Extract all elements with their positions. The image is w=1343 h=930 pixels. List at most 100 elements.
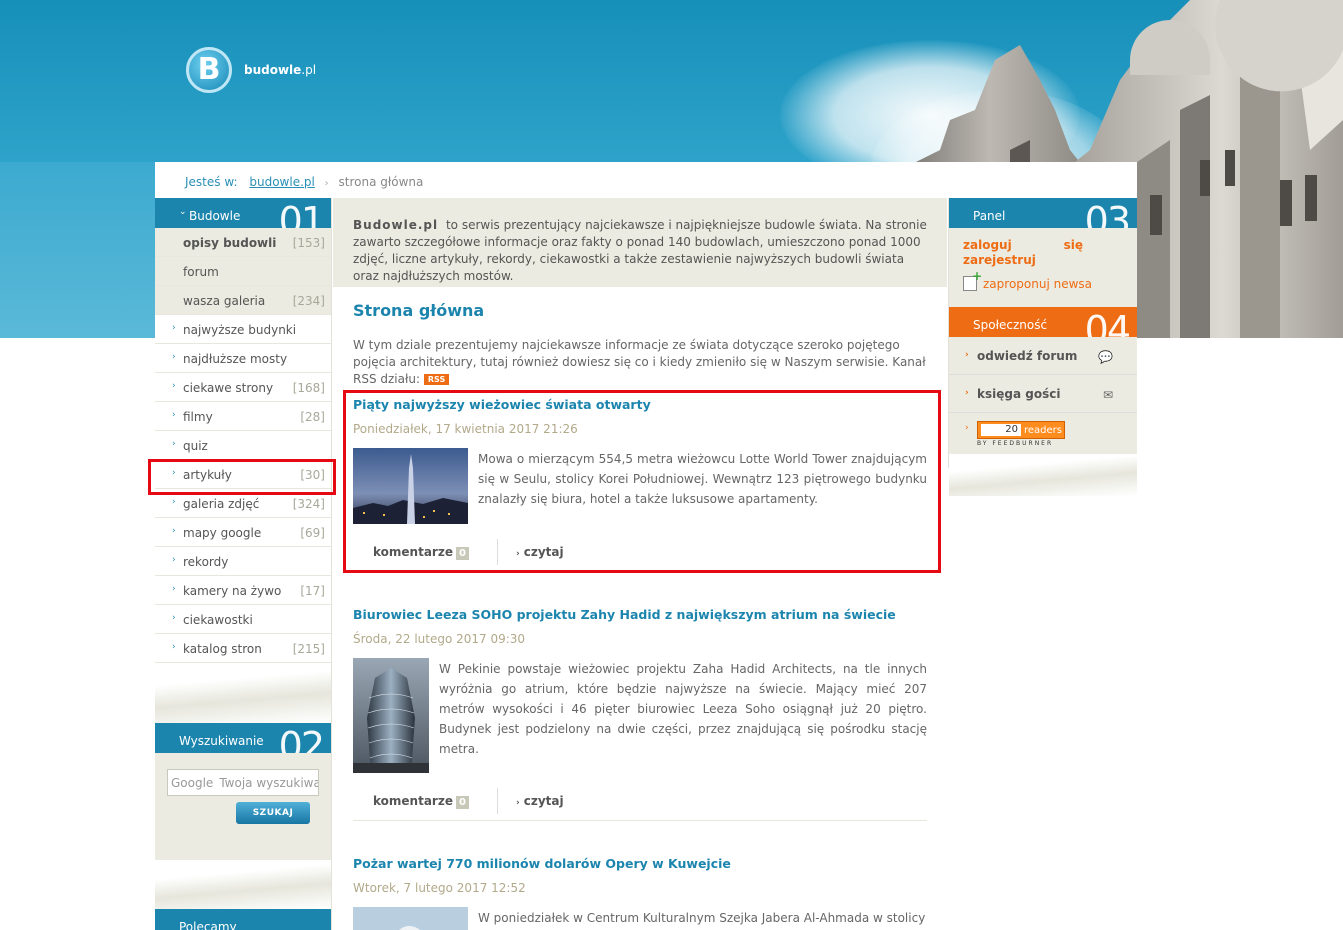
left-sidebar: ⌄ Budowle 01 opisy budowli [153] forum wa… [155, 198, 332, 930]
sidebar-item-quiz[interactable]: › quiz [155, 431, 331, 460]
intro-site-name: Budowle.pl [353, 218, 439, 232]
guestbook-link[interactable]: › księga gości ✉ [949, 375, 1137, 413]
sidebar-item-wasza-galeria[interactable]: wasza galeria [234] [155, 286, 331, 315]
chevron-right-icon: › [172, 584, 176, 594]
sidebar-item-forum[interactable]: forum [155, 257, 331, 286]
sidebar-item-count: [234] [292, 294, 325, 308]
article-item: Biurowiec Leeza SOHO projektu Zahy Hadid… [353, 607, 927, 821]
site-intro: Budowle.pl to serwis prezentujący najcie… [333, 198, 947, 287]
article-body: W Pekinie powstaje wieżowiec projektu Za… [353, 658, 927, 773]
guestbook-label: księga gości [977, 387, 1061, 401]
logo-text: budowle.pl [244, 63, 316, 77]
chevron-right-icon: › [172, 352, 176, 362]
logo-text-tld: .pl [301, 63, 317, 77]
sidebar-item-label: opisy budowli [183, 236, 277, 250]
box-number: 03 [1084, 199, 1131, 228]
community-list: › odwiedź forum 💬 › księga gości ✉ [949, 337, 1137, 413]
google-logo: Google [171, 775, 214, 790]
sidebar-item-ciekawe-strony[interactable]: › ciekawe strony [168] [155, 373, 331, 402]
box-search-header: Wyszukiwanie 02 [155, 723, 331, 753]
sidebar-item-najwyzsze-budynki[interactable]: › najwyższe budynki [155, 315, 331, 344]
sidebar-item-katalog-stron[interactable]: › katalog stron [215] [155, 634, 331, 663]
chevron-right-icon: › [172, 410, 176, 420]
propose-news-label: zaproponuj newsa [983, 276, 1093, 291]
feed-readers-label: readers [1024, 424, 1062, 436]
sidebar-item-ciekawostki[interactable]: › ciekawostki [155, 605, 331, 634]
feedburner-widget[interactable]: › 20 readers BY FEEDBURNER [949, 413, 1137, 454]
chevron-right-icon: › [172, 555, 176, 565]
sidebar-item-label: ciekawe strony [183, 381, 274, 395]
sidebar-item-label: mapy google [183, 526, 262, 540]
chevron-right-icon: › [172, 439, 176, 449]
chevron-right-icon: › [965, 350, 969, 360]
breadcrumb-separator-icon: › [324, 178, 329, 189]
chevron-right-icon: › [172, 526, 176, 536]
article-thumbnail[interactable] [353, 907, 468, 930]
search-placeholder: Twoja wyszukiwa [219, 775, 319, 790]
highlight-box-artykuly [148, 459, 336, 495]
visit-forum-label: odwiedź forum [977, 349, 1078, 363]
sidebar-item-count: [153] [292, 236, 325, 250]
login-row: zaloguj się [963, 238, 1083, 252]
logo-b-icon: B [186, 47, 232, 93]
box-search-title: Wyszukiwanie [179, 734, 264, 748]
sidebar-item-kamery-na-zywo[interactable]: › kamery na żywo [17] [155, 576, 331, 605]
sidebar-item-label: najdłuższe mosty [183, 352, 288, 366]
chevron-right-icon: › [172, 642, 176, 652]
login-link-suffix[interactable]: się [1064, 238, 1083, 252]
sidebar-item-count: [17] [300, 584, 325, 598]
login-link[interactable]: zaloguj [963, 238, 1012, 252]
register-link[interactable]: zarejestruj [963, 253, 1137, 267]
page-header: Strona główna W tym dziale prezentujemy … [333, 287, 947, 388]
sidebar-item-label: kamery na żywo [183, 584, 282, 598]
box-community-title: Społeczność [973, 318, 1048, 332]
read-more-link[interactable]: › czytaj [498, 794, 564, 808]
comments-label: komentarze [373, 793, 453, 808]
sidebar-item-najdluzsze-mosty[interactable]: › najdłuższe mosty [155, 344, 331, 373]
sidebar-item-filmy[interactable]: › filmy [28] [155, 402, 331, 431]
arrow-right-icon: › [516, 797, 520, 808]
envelope-icon: ✉ [1102, 388, 1113, 402]
decorative-swoosh [155, 663, 331, 723]
propose-news-link[interactable]: zaproponuj newsa [963, 269, 1137, 291]
sidebar-item-opisy-budowli[interactable]: opisy budowli [153] [155, 228, 331, 257]
box-polecamy-title: Polecamy [179, 920, 237, 930]
search-button[interactable]: SZUKAJ [236, 802, 310, 824]
box-panel-header: Panel 03 [949, 198, 1137, 228]
breadcrumb-home-link[interactable]: budowle.pl [249, 175, 314, 189]
article-body: W poniedziałek w Centrum Kulturalnym Sze… [353, 907, 927, 930]
read-more-label: czytaj [523, 793, 564, 808]
article-excerpt: W Pekinie powstaje wieżowiec projektu Za… [439, 662, 927, 756]
site-logo[interactable]: B budowle.pl [186, 47, 316, 93]
visit-forum-link[interactable]: › odwiedź forum 💬 [949, 337, 1137, 375]
box-number: 02 [278, 724, 325, 753]
comments-link[interactable]: komentarze 0 [353, 787, 498, 814]
chevron-right-icon: › [172, 497, 176, 507]
article-footer: komentarze 0 › czytaj [353, 781, 927, 821]
feed-readers-count: 20 [981, 424, 1021, 436]
page-description: W tym dziale prezentujemy najciekawsze i… [353, 337, 938, 388]
sidebar-item-label: forum [183, 265, 219, 279]
article-title-link[interactable]: Pożar wartej 770 milionów dolarów Opery … [353, 856, 927, 871]
rss-icon[interactable]: RSS [423, 374, 450, 385]
sidebar-item-rekordy[interactable]: › rekordy [155, 547, 331, 576]
box-budowle-header: ⌄ Budowle 01 [155, 198, 331, 228]
highlight-box-article [343, 390, 941, 573]
sidebar-item-count: [324] [292, 497, 325, 511]
article-item: Pożar wartej 770 milionów dolarów Opery … [353, 856, 927, 930]
sidebar-item-mapy-google[interactable]: › mapy google [69] [155, 518, 331, 547]
article-thumbnail[interactable] [353, 658, 429, 773]
search-input[interactable]: Google Twoja wyszukiwa [167, 769, 319, 796]
article-title-link[interactable]: Biurowiec Leeza SOHO projektu Zahy Hadid… [353, 607, 927, 622]
search-box: Google Twoja wyszukiwa SZUKAJ [155, 753, 331, 860]
chevron-right-icon: › [172, 613, 176, 623]
box-number: 04 [1084, 308, 1131, 337]
sidebar-item-label: katalog stron [183, 642, 262, 656]
article-date: Wtorek, 7 lutego 2017 12:52 [353, 881, 526, 895]
sidebar-item-label: rekordy [183, 555, 229, 569]
article-excerpt: W poniedziałek w Centrum Kulturalnym Sze… [478, 911, 926, 925]
sidebar-item-label: wasza galeria [183, 294, 266, 308]
sidebar-item-count: [215] [292, 642, 325, 656]
sidebar-item-label: galeria zdjęć [183, 497, 260, 511]
sidebar-item-count: [168] [292, 381, 325, 395]
